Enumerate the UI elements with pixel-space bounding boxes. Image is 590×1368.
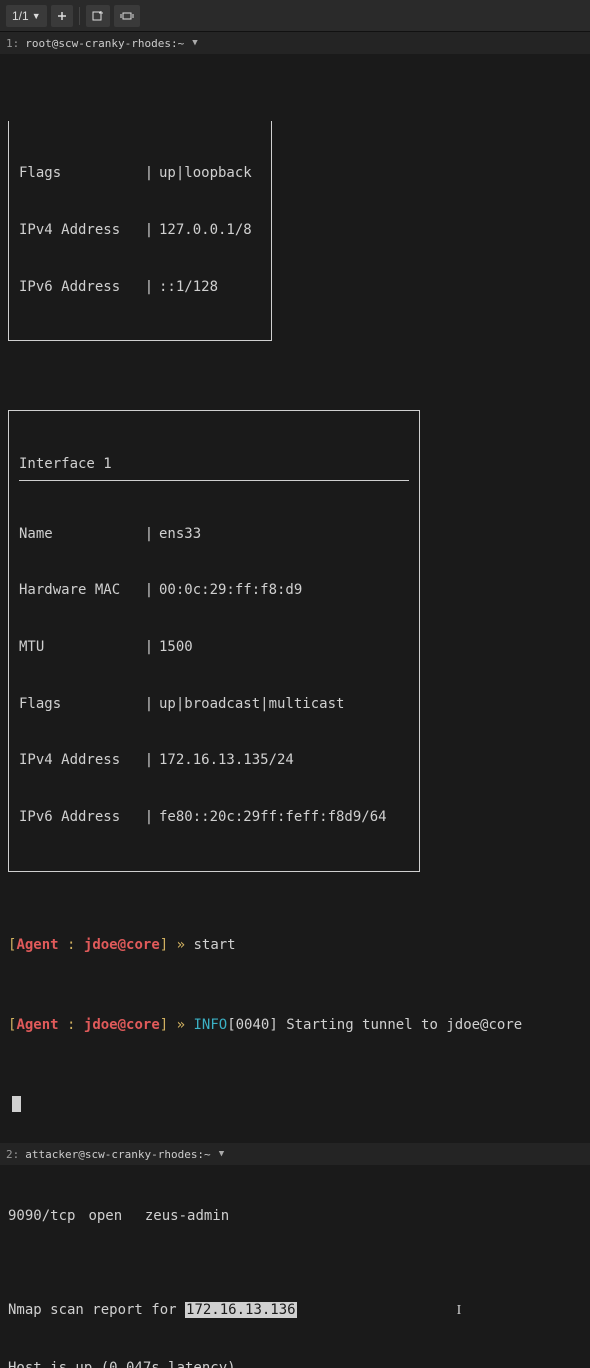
iface0-flags-row: Flags|up|loopback xyxy=(19,164,261,183)
iface1-ipv6-val: fe80::20c:29ff:feff:f8d9/64 xyxy=(159,808,409,827)
iface0-ipv4-key: IPv4 Address xyxy=(19,221,139,240)
iface1-mac-val: 00:0c:29:ff:f8:d9 xyxy=(159,581,409,600)
window-plus-icon xyxy=(92,10,104,22)
pane2-index: 2: xyxy=(6,1148,19,1161)
broadcast-icon xyxy=(120,11,134,21)
pane1-menu-button[interactable]: ▼ xyxy=(192,38,197,48)
prompt-arrow: » xyxy=(177,1017,194,1033)
pane1-terminal[interactable]: Flags|up|loopback IPv4 Address|127.0.0.1… xyxy=(0,54,590,1143)
iface1-flags-row: Flags|up|broadcast|multicast xyxy=(19,695,409,714)
chevron-down-icon: ▼ xyxy=(32,11,41,21)
agent-label: Agent xyxy=(16,937,58,953)
text-cursor-icon: I xyxy=(457,1302,462,1321)
kv-sep: | xyxy=(139,808,159,827)
iface0-flags-val: up|loopback xyxy=(159,164,261,183)
iface1-title: Interface 1 xyxy=(19,455,409,481)
tab-index-label: 1/1 xyxy=(12,9,29,23)
agent-label: Agent xyxy=(16,1017,58,1033)
pane2-terminal[interactable]: 9090/tcp open zeus-admin Nmap scan repor… xyxy=(0,1165,590,1368)
iface1-box: Interface 1 Name|ens33 Hardware MAC|00:0… xyxy=(8,410,420,871)
iface1-name-row: Name|ens33 xyxy=(19,525,409,544)
app-toolbar: 1/1 ▼ xyxy=(0,0,590,32)
iface1-mtu-row: MTU|1500 xyxy=(19,638,409,657)
pane1-tabbar: 1: root@scw-cranky-rhodes:~ ▼ xyxy=(0,32,590,54)
kv-sep: | xyxy=(139,525,159,544)
iface1-mac-key: Hardware MAC xyxy=(19,581,139,600)
info-tag: INFO xyxy=(193,1017,227,1033)
broadcast-button[interactable] xyxy=(114,5,140,27)
iface1-ipv6-key: IPv6 Address xyxy=(19,808,139,827)
tab-index-button[interactable]: 1/1 ▼ xyxy=(6,5,47,27)
add-tab-button[interactable] xyxy=(51,5,73,27)
agent-user: jdoe@core xyxy=(84,937,160,953)
iface0-ipv6-row: IPv6 Address|::1/128 xyxy=(19,278,261,297)
iface0-flags-key: Flags xyxy=(19,164,139,183)
scan-report-line: Nmap scan report for 172.16.13.136 I xyxy=(4,1301,586,1321)
kv-sep: | xyxy=(139,221,159,240)
kv-sep: | xyxy=(139,278,159,297)
pane1-index: 1: xyxy=(6,37,19,50)
iface1-mac-row: Hardware MAC|00:0c:29:ff:f8:d9 xyxy=(19,581,409,600)
bracket-open: [ xyxy=(8,937,16,953)
iface1-mtu-val: 1500 xyxy=(159,638,409,657)
scan-ip: 172.16.13.136 xyxy=(185,1302,297,1318)
iface1-ipv4-row: IPv4 Address|172.16.13.135/24 xyxy=(19,751,409,770)
prompt-cmd: start xyxy=(193,937,235,953)
plus-icon xyxy=(57,11,67,21)
kv-sep: | xyxy=(139,581,159,600)
pane2-tabbar: 2: attacker@scw-cranky-rhodes:~ ▼ xyxy=(0,1143,590,1165)
bracket-open: [ xyxy=(8,1017,16,1033)
iface0-ipv6-val: ::1/128 xyxy=(159,278,261,297)
kv-sep: | xyxy=(139,695,159,714)
iface0-ipv6-key: IPv6 Address xyxy=(19,278,139,297)
kv-sep: | xyxy=(139,638,159,657)
iface1-flags-key: Flags xyxy=(19,695,139,714)
port: 9090/tcp xyxy=(8,1207,80,1226)
pane2-title: attacker@scw-cranky-rhodes:~ xyxy=(25,1148,210,1161)
agent-user: jdoe@core xyxy=(84,1017,160,1033)
prompt-line-1: [Agent : jdoe@core] » start xyxy=(4,934,586,957)
iface1-ipv4-val: 172.16.13.135/24 xyxy=(159,751,409,770)
info-msg: [0040] Starting tunnel to jdoe@core xyxy=(227,1017,522,1033)
bracket-close: ] xyxy=(160,937,177,953)
kv-sep: | xyxy=(139,164,159,183)
pane1-title: root@scw-cranky-rhodes:~ xyxy=(25,37,184,50)
prompt-line-2: [Agent : jdoe@core] » INFO[0040] Startin… xyxy=(4,1014,586,1037)
iface0-box: Flags|up|loopback IPv4 Address|127.0.0.1… xyxy=(8,121,272,342)
scan-row-9090: 9090/tcp open zeus-admin xyxy=(4,1207,586,1226)
new-window-button[interactable] xyxy=(86,5,110,27)
scan-pre: Nmap scan report for xyxy=(8,1302,185,1318)
kv-sep: | xyxy=(139,751,159,770)
iface1-name-val: ens33 xyxy=(159,525,409,544)
iface1-mtu-key: MTU xyxy=(19,638,139,657)
iface1-ipv6-row: IPv6 Address|fe80::20c:29ff:feff:f8d9/64 xyxy=(19,808,409,827)
service: zeus-admin xyxy=(145,1208,229,1224)
iface0-ipv4-row: IPv4 Address|127.0.0.1/8 xyxy=(19,221,261,240)
iface1-flags-val: up|broadcast|multicast xyxy=(159,695,409,714)
iface0-ipv4-val: 127.0.0.1/8 xyxy=(159,221,261,240)
bracket-close: ] xyxy=(160,1017,177,1033)
iface1-ipv4-key: IPv4 Address xyxy=(19,751,139,770)
terminal-cursor xyxy=(12,1096,21,1112)
host-line: Host is up (0.047s latency). xyxy=(4,1359,586,1368)
agent-sep: : xyxy=(59,937,84,953)
state: open xyxy=(88,1207,136,1226)
prompt-arrow: » xyxy=(177,937,194,953)
toolbar-separator xyxy=(79,7,80,25)
pane2-menu-button[interactable]: ▼ xyxy=(219,1149,224,1159)
iface1-name-key: Name xyxy=(19,525,139,544)
agent-sep: : xyxy=(59,1017,84,1033)
cursor-line xyxy=(4,1093,586,1116)
